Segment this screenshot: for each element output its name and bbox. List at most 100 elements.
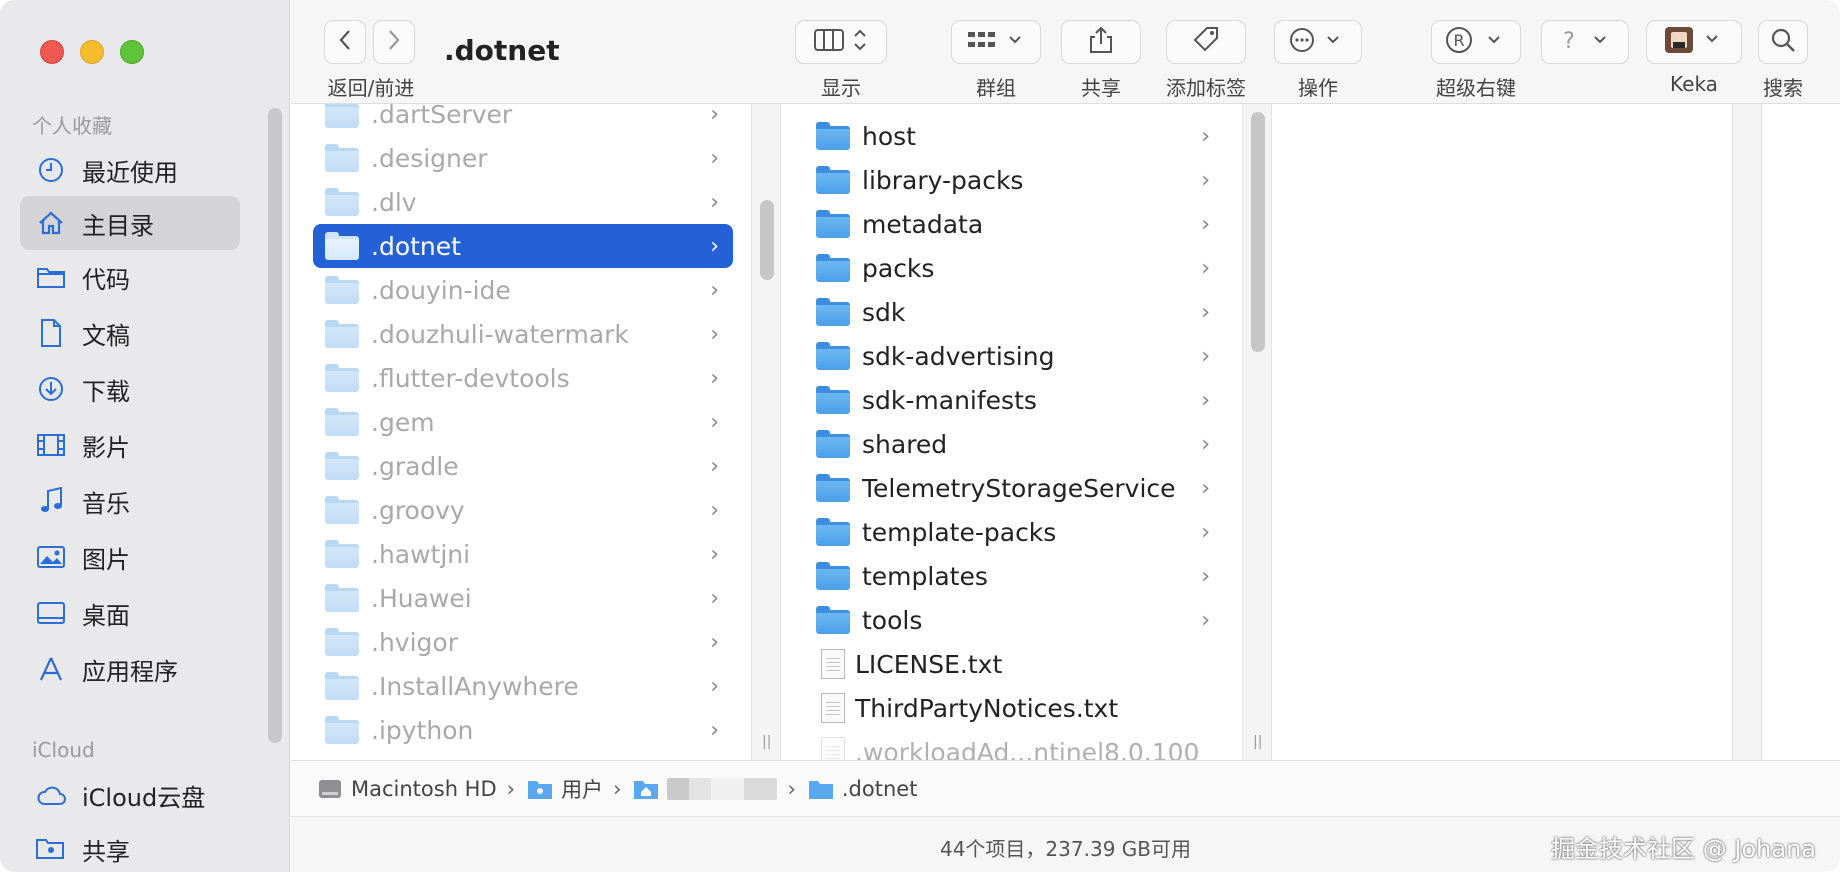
list-item[interactable]: metadata › bbox=[804, 202, 1224, 246]
column-divider[interactable] bbox=[1732, 104, 1762, 760]
resize-grip-icon[interactable]: || bbox=[1253, 734, 1262, 750]
list-item[interactable]: .groovy › bbox=[313, 488, 733, 532]
sidebar-item-recents[interactable]: 最近使用 bbox=[20, 143, 240, 197]
item-name: .ipython bbox=[371, 715, 474, 745]
sidebar-item-label: 文稿 bbox=[82, 321, 130, 350]
sidebar-item-pictures[interactable]: 图片 bbox=[20, 530, 240, 584]
item-name: .Huawei bbox=[371, 583, 472, 613]
list-item[interactable]: .flutter-devtools › bbox=[313, 356, 733, 400]
svg-text:R: R bbox=[1453, 31, 1464, 50]
breadcrumb-home[interactable] bbox=[633, 777, 778, 800]
list-item[interactable]: .hawtjni › bbox=[313, 532, 733, 576]
list-item[interactable]: .workloadAd...ntinel8.0.100 bbox=[804, 730, 1224, 760]
list-item[interactable]: .gem › bbox=[313, 400, 733, 444]
sidebar-scrollbar[interactable] bbox=[268, 108, 282, 743]
list-item[interactable]: shared › bbox=[804, 422, 1224, 466]
list-item[interactable]: templates › bbox=[804, 554, 1224, 598]
list-item[interactable]: library-packs › bbox=[804, 158, 1224, 202]
chevron-right-icon: › bbox=[1201, 607, 1210, 633]
chevron-right-icon: › bbox=[710, 629, 719, 655]
group-button[interactable] bbox=[951, 20, 1041, 64]
sidebar-item-movies[interactable]: 影片 bbox=[20, 418, 240, 472]
super-rightclick-button[interactable]: R bbox=[1431, 20, 1521, 64]
list-item[interactable]: template-packs › bbox=[804, 510, 1224, 554]
column-divider[interactable]: || bbox=[751, 104, 781, 760]
list-item[interactable]: .designer › bbox=[313, 136, 733, 180]
sidebar-item-code[interactable]: 代码 bbox=[20, 250, 240, 304]
folder-icon bbox=[325, 104, 359, 128]
chevron-right-icon: › bbox=[710, 497, 719, 523]
sidebar-item-home[interactable]: 主目录 bbox=[20, 196, 240, 250]
help-button[interactable]: ? bbox=[1541, 20, 1629, 64]
list-item[interactable]: tools › bbox=[804, 598, 1224, 642]
zoom-button[interactable] bbox=[120, 40, 144, 64]
list-item[interactable]: .dlv › bbox=[313, 180, 733, 224]
chevron-right-icon: › bbox=[710, 717, 719, 743]
add-tag-button[interactable] bbox=[1166, 20, 1246, 64]
column-scrollbar[interactable] bbox=[1251, 112, 1265, 352]
sidebar-item-label: 主目录 bbox=[82, 211, 154, 240]
folder-icon bbox=[816, 386, 850, 414]
list-item[interactable]: sdk › bbox=[804, 290, 1224, 334]
film-icon bbox=[36, 430, 66, 460]
list-item[interactable]: .gradle › bbox=[313, 444, 733, 488]
svg-text:?: ? bbox=[1563, 29, 1575, 53]
sidebar-item-documents[interactable]: 文稿 bbox=[20, 306, 240, 360]
sidebar-item-icloud-drive[interactable]: iCloud云盘 bbox=[20, 768, 240, 822]
folder-icon bbox=[816, 342, 850, 370]
list-item[interactable]: .dartServer › bbox=[313, 104, 733, 136]
tag-label: 添加标签 bbox=[1166, 76, 1246, 100]
list-item[interactable]: .douyin-ide › bbox=[313, 268, 733, 312]
chevron-right-icon: › bbox=[710, 189, 719, 215]
list-item[interactable]: packs › bbox=[804, 246, 1224, 290]
view-label: 显示 bbox=[821, 76, 861, 100]
column-divider[interactable]: || bbox=[1242, 104, 1272, 760]
share-label: 共享 bbox=[1081, 76, 1121, 100]
list-item[interactable]: .Huawei › bbox=[313, 576, 733, 620]
redacted-username bbox=[667, 777, 778, 800]
list-item[interactable]: sdk-manifests › bbox=[804, 378, 1224, 422]
keka-button[interactable] bbox=[1646, 20, 1742, 64]
sidebar-item-downloads[interactable]: 下载 bbox=[20, 362, 240, 416]
home-folder-icon bbox=[633, 778, 659, 800]
breadcrumb-current[interactable]: .dotnet bbox=[808, 777, 917, 801]
item-name: .douzhuli-watermark bbox=[371, 319, 629, 349]
list-item[interactable]: ThirdPartyNotices.txt bbox=[804, 686, 1224, 730]
view-button[interactable] bbox=[795, 20, 887, 64]
list-item[interactable]: .hvigor › bbox=[313, 620, 733, 664]
list-item[interactable]: TelemetryStorageService › bbox=[804, 466, 1224, 510]
list-item[interactable]: LICENSE.txt bbox=[804, 642, 1224, 686]
column-scrollbar[interactable] bbox=[760, 200, 774, 280]
folder-icon bbox=[816, 606, 850, 634]
sidebar-item-label: 音乐 bbox=[82, 489, 130, 518]
forward-button[interactable] bbox=[373, 20, 415, 64]
breadcrumb-separator: › bbox=[613, 776, 622, 801]
breadcrumb-separator: › bbox=[506, 776, 516, 801]
resize-grip-icon[interactable]: || bbox=[762, 734, 771, 750]
back-button[interactable] bbox=[324, 20, 366, 64]
column-dotnet: host › library-packs › metadata › packs … bbox=[782, 104, 1242, 760]
sidebar-item-shared[interactable]: 共享 bbox=[20, 822, 240, 872]
sidebar-item-applications[interactable]: 应用程序 bbox=[20, 642, 240, 696]
close-button[interactable] bbox=[40, 40, 64, 64]
list-item[interactable]: sdk-advertising › bbox=[804, 334, 1224, 378]
list-item[interactable]: host › bbox=[804, 114, 1224, 158]
sidebar-item-music[interactable]: 音乐 bbox=[20, 474, 240, 528]
breadcrumb-disk[interactable]: Macintosh HD bbox=[317, 777, 497, 801]
search-button[interactable] bbox=[1758, 20, 1808, 64]
list-item[interactable]: .douzhuli-watermark › bbox=[313, 312, 733, 356]
action-button[interactable] bbox=[1274, 20, 1362, 64]
list-item[interactable]: .ipython › bbox=[313, 708, 733, 752]
breadcrumb-users[interactable]: 用户 bbox=[527, 774, 603, 804]
sidebar-item-desktop[interactable]: 桌面 bbox=[20, 586, 240, 640]
chevron-right-icon: › bbox=[1201, 211, 1210, 237]
list-item[interactable]: .InstallAnywhere › bbox=[313, 664, 733, 708]
minimize-button[interactable] bbox=[80, 40, 104, 64]
list-item-selected[interactable]: .dotnet › bbox=[313, 224, 733, 268]
share-button[interactable] bbox=[1061, 20, 1141, 64]
hard-disk-icon bbox=[317, 777, 343, 801]
item-name: ThirdPartyNotices.txt bbox=[855, 693, 1119, 723]
item-name: metadata bbox=[862, 209, 984, 239]
sidebar-item-label: 图片 bbox=[82, 545, 130, 574]
group-label: 群组 bbox=[976, 76, 1016, 100]
